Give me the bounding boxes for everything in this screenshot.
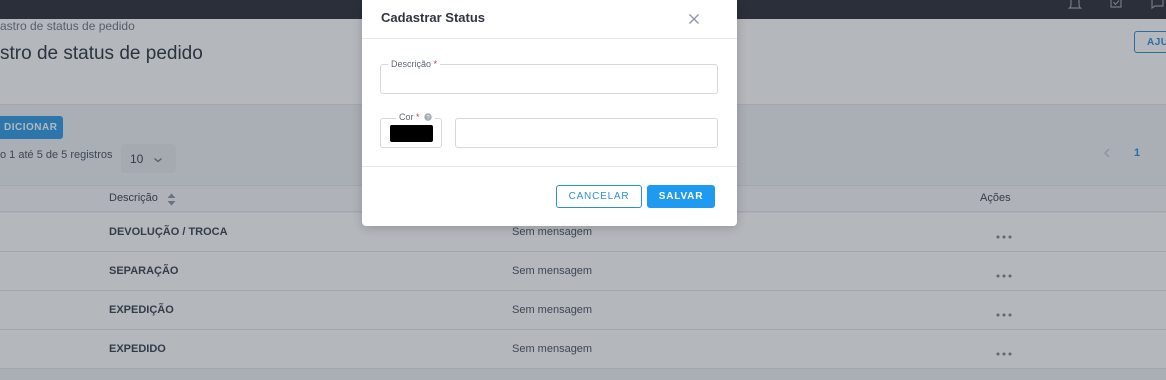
color-label-text: Cor <box>399 112 414 122</box>
dialog-footer-divider <box>362 166 737 167</box>
description-label: Descrição * <box>388 59 441 69</box>
color-value-field[interactable] <box>455 118 718 148</box>
description-label-text: Descrição <box>391 59 432 69</box>
close-icon[interactable] <box>688 12 700 24</box>
cancel-button[interactable]: CANCELAR <box>556 185 642 208</box>
dialog-header-divider <box>362 38 737 39</box>
question-icon[interactable]: ? <box>424 112 432 123</box>
create-status-dialog: Cadastrar Status Descrição * Cor * ? CAN… <box>362 0 737 226</box>
required-mark: * <box>433 59 438 69</box>
color-label: Cor * ? <box>396 112 436 123</box>
required-mark: * <box>416 112 420 122</box>
save-button[interactable]: SALVAR <box>647 185 715 208</box>
color-swatch <box>390 125 433 142</box>
dialog-title: Cadastrar Status <box>381 10 486 25</box>
